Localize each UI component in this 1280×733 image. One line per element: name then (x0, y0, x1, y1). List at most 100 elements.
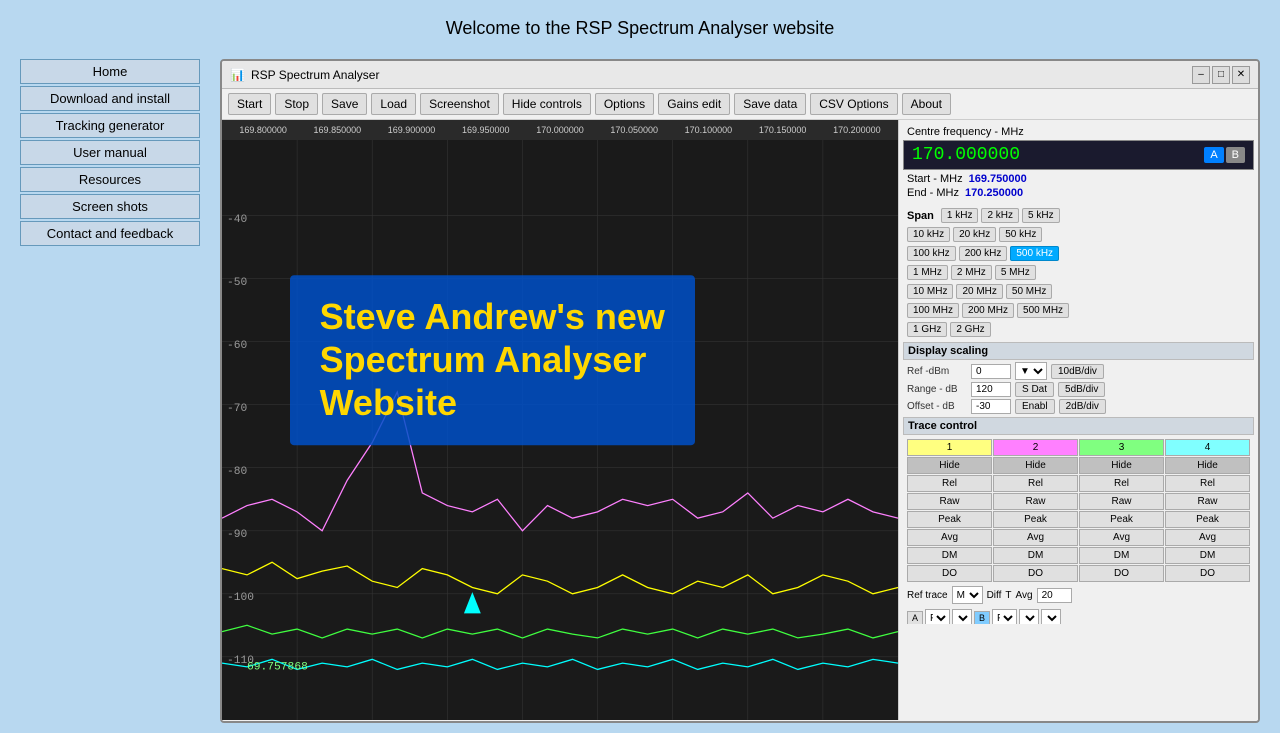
freq-label-3: 169.950000 (449, 125, 523, 135)
range-input[interactable] (971, 382, 1011, 397)
save-data-button[interactable]: Save data (734, 93, 806, 115)
trace-3-rel[interactable]: Rel (1079, 475, 1164, 492)
trace-1-btn[interactable]: 1 (907, 439, 992, 456)
span-5khz[interactable]: 5 kHz (1022, 208, 1060, 223)
marker-a-btn[interactable]: A (907, 611, 923, 624)
sidebar-item-resources[interactable]: Resources (20, 167, 200, 192)
trace-1-raw[interactable]: Raw (907, 493, 992, 510)
span-500khz[interactable]: 500 kHz (1010, 246, 1059, 261)
span-20mhz[interactable]: 20 MHz (956, 284, 1002, 299)
trace-1-do[interactable]: DO (907, 565, 992, 582)
screenshot-button[interactable]: Screenshot (420, 93, 499, 115)
trace-3-dm[interactable]: DM (1079, 547, 1164, 564)
trace-3-hide[interactable]: Hide (1079, 457, 1164, 474)
gains-edit-button[interactable]: Gains edit (658, 93, 730, 115)
trace-2-btn[interactable]: 2 (993, 439, 1078, 456)
span-20khz[interactable]: 20 kHz (953, 227, 996, 242)
trace-2-peak[interactable]: Peak (993, 511, 1078, 528)
span-2mhz[interactable]: 2 MHz (951, 265, 992, 280)
span-50mhz[interactable]: 50 MHz (1006, 284, 1052, 299)
span-10khz[interactable]: 10 kHz (907, 227, 950, 242)
maximize-button[interactable]: □ (1212, 66, 1230, 84)
trace-2-avg[interactable]: Avg (993, 529, 1078, 546)
sidebar-item-screenshots[interactable]: Screen shots (20, 194, 200, 219)
about-button[interactable]: About (902, 93, 951, 115)
per-div-btn1[interactable]: 10dB/div (1051, 364, 1104, 379)
span-100khz[interactable]: 100 kHz (907, 246, 956, 261)
span-500mhz[interactable]: 500 MHz (1017, 303, 1069, 318)
per-div-btn2[interactable]: 5dB/div (1058, 382, 1105, 397)
trace-1-avg[interactable]: Avg (907, 529, 992, 546)
close-button[interactable]: ✕ (1232, 66, 1250, 84)
per-div-btn3[interactable]: 2dB/div (1059, 399, 1106, 414)
trace-2-raw[interactable]: Raw (993, 493, 1078, 510)
hide-controls-button[interactable]: Hide controls (503, 93, 591, 115)
span-5mhz[interactable]: 5 MHz (995, 265, 1036, 280)
span-50khz[interactable]: 50 kHz (999, 227, 1042, 242)
enabl-btn[interactable]: Enabl (1015, 399, 1055, 414)
trace-4-raw[interactable]: Raw (1165, 493, 1250, 510)
diff-label: Diff (987, 590, 1002, 601)
sidebar-item-home[interactable]: Home (20, 59, 200, 84)
cf-btn-a[interactable]: A (1204, 147, 1223, 163)
trace-2-dm[interactable]: DM (993, 547, 1078, 564)
trace-2-hide[interactable]: Hide (993, 457, 1078, 474)
trace-4-btn[interactable]: 4 (1165, 439, 1250, 456)
save-button[interactable]: Save (322, 93, 367, 115)
start-value: 169.750000 (969, 173, 1027, 185)
marker-b-val[interactable]: – (1041, 609, 1061, 624)
csv-options-button[interactable]: CSV Options (810, 93, 897, 115)
trace-1-dm[interactable]: DM (907, 547, 992, 564)
ref-dbm-input[interactable] (971, 364, 1011, 379)
trace-4-rel[interactable]: Rel (1165, 475, 1250, 492)
trace-2-do[interactable]: DO (993, 565, 1078, 582)
marker-a-f-select[interactable]: F (925, 609, 950, 624)
trace-2-rel[interactable]: Rel (993, 475, 1078, 492)
span-2khz[interactable]: 2 kHz (981, 208, 1019, 223)
controls-scroll[interactable]: Centre frequency - MHz 170.000000 A B St… (903, 124, 1254, 624)
trace-3-btn[interactable]: 3 (1079, 439, 1164, 456)
trace-4-avg[interactable]: Avg (1165, 529, 1250, 546)
stop-button[interactable]: Stop (275, 93, 318, 115)
ref-trace-select[interactable]: M (952, 586, 983, 604)
span-2ghz[interactable]: 2 GHz (950, 322, 990, 337)
sidebar-item-manual[interactable]: User manual (20, 140, 200, 165)
avg-input[interactable] (1037, 588, 1072, 603)
start-end-section: Start - MHz 169.750000 End - MHz 170.250… (903, 170, 1254, 202)
offset-input[interactable] (971, 399, 1011, 414)
s-dat-btn[interactable]: S Dat (1015, 382, 1054, 397)
trace-4-peak[interactable]: Peak (1165, 511, 1250, 528)
sidebar-item-download[interactable]: Download and install (20, 86, 200, 111)
sidebar-item-contact[interactable]: Contact and feedback (20, 221, 200, 246)
app-window: 📊 RSP Spectrum Analyser – □ ✕ Start Stop… (220, 59, 1260, 723)
trace-1-peak[interactable]: Peak (907, 511, 992, 528)
cf-btn-b[interactable]: B (1226, 147, 1245, 163)
span-200khz[interactable]: 200 kHz (959, 246, 1008, 261)
span-1mhz[interactable]: 1 MHz (907, 265, 948, 280)
trace-3-avg[interactable]: Avg (1079, 529, 1164, 546)
sidebar-item-tracking[interactable]: Tracking generator (20, 113, 200, 138)
span-1ghz[interactable]: 1 GHz (907, 322, 947, 337)
span-row-2: 10 kHz 20 kHz 50 kHz (903, 225, 1254, 244)
minimize-button[interactable]: – (1192, 66, 1210, 84)
trace-1-rel[interactable]: Rel (907, 475, 992, 492)
marker-b-btn[interactable]: B (974, 611, 990, 624)
span-100mhz[interactable]: 100 MHz (907, 303, 959, 318)
options-button[interactable]: Options (595, 93, 654, 115)
ref-dbm-select[interactable]: ▼ (1015, 362, 1047, 380)
trace-3-raw[interactable]: Raw (1079, 493, 1164, 510)
trace-3-peak[interactable]: Peak (1079, 511, 1164, 528)
span-200mhz[interactable]: 200 MHz (962, 303, 1014, 318)
load-button[interactable]: Load (371, 93, 416, 115)
marker-b-f-select[interactable]: F (992, 609, 1017, 624)
start-button[interactable]: Start (228, 93, 271, 115)
trace-1-hide[interactable]: Hide (907, 457, 992, 474)
trace-4-hide[interactable]: Hide (1165, 457, 1250, 474)
marker-b-sel[interactable]: ▼ (1019, 609, 1039, 624)
trace-4-do[interactable]: DO (1165, 565, 1250, 582)
marker-a-sel[interactable]: ▼ (952, 609, 972, 624)
span-10mhz[interactable]: 10 MHz (907, 284, 953, 299)
trace-4-dm[interactable]: DM (1165, 547, 1250, 564)
trace-3-do[interactable]: DO (1079, 565, 1164, 582)
span-1khz[interactable]: 1 kHz (941, 208, 979, 223)
